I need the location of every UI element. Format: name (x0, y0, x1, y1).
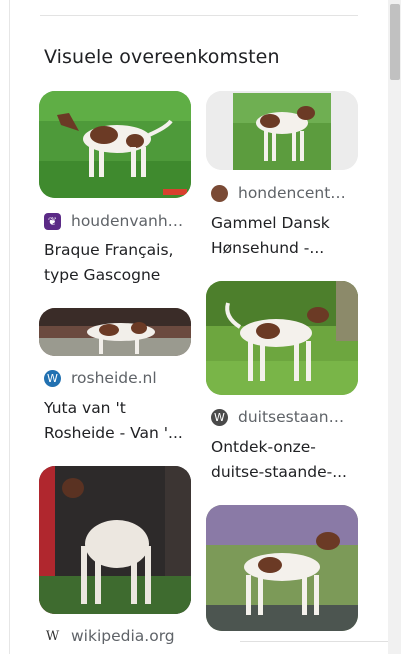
result-thumbnail[interactable] (206, 505, 358, 631)
scrollbar-track[interactable] (388, 0, 401, 654)
result-title[interactable]: Yuta van 't Rosheide - Van '... (44, 396, 189, 446)
result-thumbnail[interactable] (206, 281, 358, 395)
result-source[interactable]: hondencentrum.nl (211, 183, 352, 203)
result-title[interactable]: Ontdek-onze-duitse-staande-... (211, 435, 356, 485)
wordpress-icon: W (44, 369, 61, 387)
bottom-divider (240, 641, 388, 642)
result-title[interactable]: Gammel Dansk Hønsehund -... (211, 211, 356, 261)
result-source[interactable]: W rosheide.nl (44, 368, 185, 388)
section-heading: Visuele overeenkomsten (44, 46, 280, 68)
result-thumbnail[interactable] (39, 308, 191, 356)
wordpress-icon: W (211, 408, 228, 426)
result-thumbnail[interactable] (39, 466, 191, 614)
result-source[interactable]: ❦ houdenvanhonden.nl (44, 211, 185, 231)
houdenvanhonden-icon: ❦ (44, 212, 61, 230)
result-thumbnail[interactable] (206, 91, 358, 170)
top-divider (40, 15, 358, 16)
scrollbar-thumb[interactable] (390, 4, 400, 80)
result-source[interactable]: W wikipedia.org (44, 626, 185, 646)
result-thumbnail[interactable] (39, 91, 191, 198)
panel-divider (9, 0, 10, 654)
result-source[interactable]: W duitsestaandehond.nl (211, 407, 352, 427)
wikipedia-icon: W (44, 627, 61, 645)
hondencentrum-icon (211, 184, 228, 202)
visual-matches-panel: Visuele overeenkomsten ❦ houdenvanho Bra… (0, 0, 388, 654)
result-title[interactable]: Braque Français, type Gascogne (44, 238, 189, 288)
